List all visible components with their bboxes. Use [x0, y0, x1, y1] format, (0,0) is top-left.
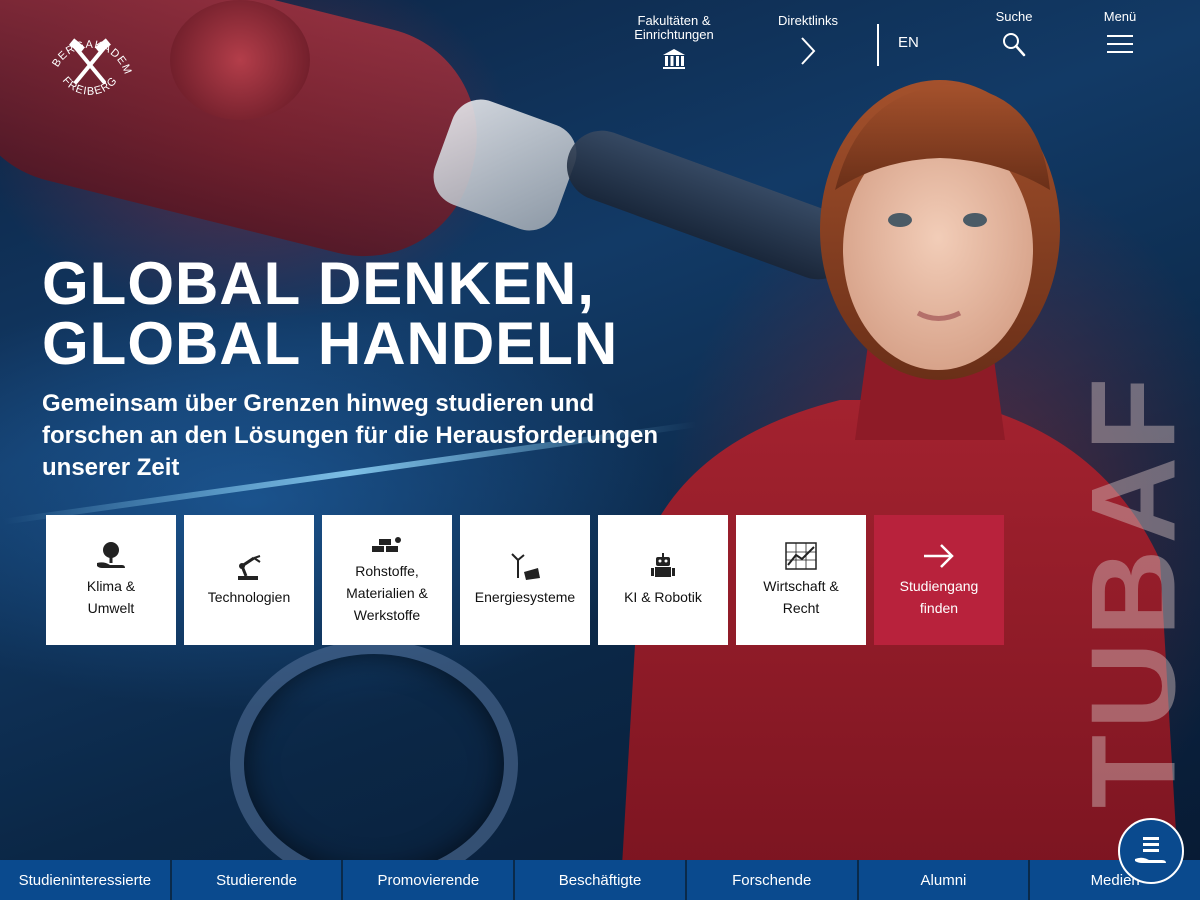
hero-headline-line1: GLOBAL DENKEN,: [42, 250, 595, 317]
tile-label: Energiesysteme: [474, 589, 576, 605]
contact-button[interactable]: [1118, 818, 1184, 884]
wind-solar-icon: [511, 553, 540, 580]
faculties-label-line1: Fakultäten &: [637, 13, 711, 28]
tile-energiesysteme[interactable]: Energiesysteme: [460, 515, 590, 645]
robot-arm-segment-background: [425, 91, 585, 239]
machine-wheel-background: [230, 640, 518, 888]
nav-beschaeftigte[interactable]: Beschäftigte: [515, 860, 685, 900]
search-label: Suche: [995, 9, 1033, 24]
nav-promovierende[interactable]: Promovierende: [343, 860, 514, 900]
menu-label: Menü: [1103, 9, 1137, 24]
tubaf-watermark: TUBAF: [1066, 371, 1200, 809]
find-degree-button[interactable]: Studiengang finden: [874, 515, 1004, 645]
search-button[interactable]: Suche: [986, 10, 1042, 58]
tile-label: Studiengang: [899, 578, 979, 594]
hero-headline: GLOBAL DENKEN, GLOBAL HANDELN: [42, 254, 618, 374]
tile-klima-umwelt[interactable]: Klima & Umwelt: [46, 515, 176, 645]
hero-subline: Gemeinsam über Grenzen hinweg studieren …: [42, 390, 659, 481]
tile-technologien[interactable]: Technologien: [184, 515, 314, 645]
tile-label: Umwelt: [87, 600, 135, 616]
nav-studieninteressierte[interactable]: Studieninteressierte: [0, 860, 170, 900]
tree-hand-icon: [97, 542, 125, 568]
directlinks-label: Direktlinks: [778, 13, 838, 28]
directlinks-link[interactable]: Direktlinks: [766, 14, 850, 68]
tile-label: KI & Robotik: [624, 589, 702, 605]
hero-headline-line2: GLOBAL HANDELN: [42, 310, 619, 377]
header-divider: [877, 24, 879, 66]
arrow-right-icon: [924, 544, 954, 568]
nav-alumni[interactable]: Alumni: [858, 860, 1029, 900]
robot-joint-background: [170, 0, 310, 120]
tile-label: Klima &: [86, 578, 136, 594]
support-hand-icon: [1135, 837, 1166, 863]
tile-rohstoffe[interactable]: Rohstoffe, Materialien & Werkstoffe: [322, 515, 452, 645]
nav-studierende[interactable]: Studierende: [171, 860, 342, 900]
menu-button[interactable]: Menü: [1094, 10, 1146, 58]
faculties-label-line2: Einrichtungen: [634, 27, 714, 42]
robot-icon: [651, 553, 675, 577]
search-icon: [1003, 33, 1026, 57]
tile-label: Technologien: [207, 589, 291, 605]
materials-icon: [372, 537, 401, 552]
university-logo[interactable]: TU BERGAKADEMIE FREIBERG: [40, 14, 140, 114]
chart-icon: [785, 542, 817, 570]
tile-wirtschaft-recht[interactable]: Wirtschaft & Recht: [736, 515, 866, 645]
building-icon: [663, 49, 685, 69]
language-switch-button[interactable]: EN: [898, 34, 938, 51]
svg-text:FREIBERG: FREIBERG: [60, 75, 120, 98]
nav-forschende[interactable]: Forschende: [686, 860, 857, 900]
page: TU BERGAKADEMIE FREIBERG Fakultäten & Ei…: [0, 0, 1200, 900]
tile-label: Wirtschaft &: [763, 578, 839, 594]
faculties-link[interactable]: Fakultäten & Einrichtungen: [632, 14, 716, 70]
tile-label: Materialien &: [346, 585, 428, 601]
audience-navigation: Studieninteressierte Studierende Promovi…: [0, 860, 1200, 900]
tile-label: Rohstoffe,: [355, 563, 419, 579]
tile-label: Recht: [782, 600, 820, 616]
tile-label: finden: [919, 600, 959, 616]
robot-arm-icon: [238, 555, 261, 580]
chevron-right-icon: [801, 37, 816, 65]
tile-label: Werkstoffe: [353, 607, 421, 623]
hamburger-icon: [1107, 35, 1133, 53]
tile-ki-robotik[interactable]: KI & Robotik: [598, 515, 728, 645]
